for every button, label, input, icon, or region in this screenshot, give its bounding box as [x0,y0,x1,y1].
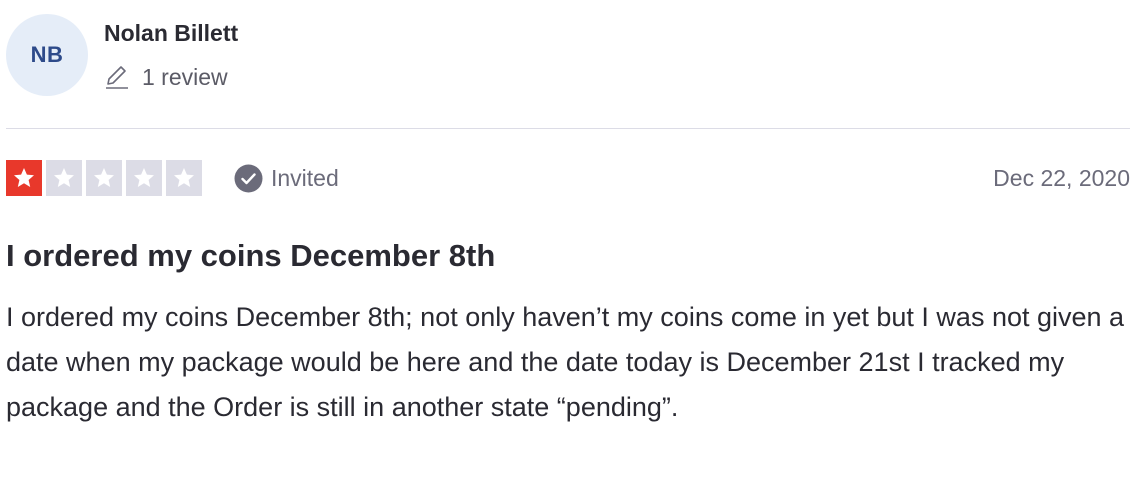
rating-row: Invited Dec 22, 2020 [6,160,1130,196]
star-icon [134,168,154,187]
review-count: 1 review [142,64,228,90]
review-body: I ordered my coins December 8th; not onl… [6,302,1125,422]
star-empty [46,160,82,196]
star-icon [174,168,194,187]
consumer-name[interactable]: Nolan Billett [104,18,238,48]
consumer-details: Nolan Billett 1 review [104,14,238,92]
consumer-info: NB Nolan Billett 1 review [6,14,238,96]
verification-label: Invited [271,164,339,191]
star-empty [86,160,122,196]
verification-badge[interactable]: Invited [234,164,339,193]
star-filled [6,160,42,196]
divider [6,128,1130,129]
star-icon [54,168,74,187]
star-empty [166,160,202,196]
pencil-icon [106,66,128,89]
avatar[interactable]: NB [6,14,88,96]
avatar-initials: NB [30,42,64,67]
review-date: Dec 22, 2020 [993,164,1130,191]
star-icon [94,168,114,187]
review-title[interactable]: I ordered my coins December 8th [6,236,495,276]
star-empty [126,160,162,196]
star-rating [6,160,206,196]
review-count-row: 1 review [104,62,238,92]
review-card: NB Nolan Billett 1 review Invited Dec 22… [0,0,1146,481]
star-icon [14,168,34,187]
check-circle-icon [234,164,263,192]
